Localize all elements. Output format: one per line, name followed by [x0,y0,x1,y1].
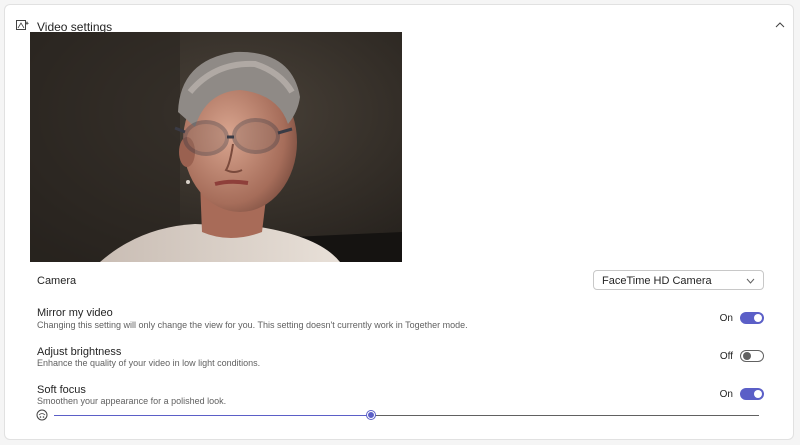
camera-select-value: FaceTime HD Camera [602,275,712,287]
toggle-knob [754,390,762,398]
soft-focus-toggle[interactable] [740,388,764,400]
camera-label: Camera [37,275,77,287]
brightness-toggle[interactable] [740,350,764,362]
brightness-description: Enhance the quality of your video in low… [37,358,261,368]
brightness-title: Adjust brightness [37,346,122,358]
mirror-state-label: On [719,313,733,324]
soft-focus-state-label: On [719,389,733,400]
mirror-toggle[interactable] [740,312,764,324]
toggle-knob [754,314,762,322]
mirror-description: Changing this setting will only change t… [37,320,468,330]
video-settings-panel: Video settings Camera FaceTime HD Camera… [4,4,794,440]
soft-focus-slider-track-filled [54,415,372,416]
soft-focus-title: Soft focus [37,384,86,396]
camera-preview [30,32,402,262]
video-effects-icon [16,20,30,30]
soft-focus-icon [36,409,48,421]
camera-select[interactable]: FaceTime HD Camera [593,270,764,290]
brightness-state-label: Off [719,351,733,362]
soft-focus-description: Smoothen your appearance for a polished … [37,396,227,406]
chevron-up-icon[interactable] [775,21,785,29]
mirror-title: Mirror my video [37,307,113,319]
camera-preview-image [30,32,402,262]
chevron-down-icon [746,278,755,284]
soft-focus-slider-thumb[interactable] [367,411,376,419]
toggle-knob [743,352,751,360]
soft-focus-slider-track[interactable] [371,415,759,416]
